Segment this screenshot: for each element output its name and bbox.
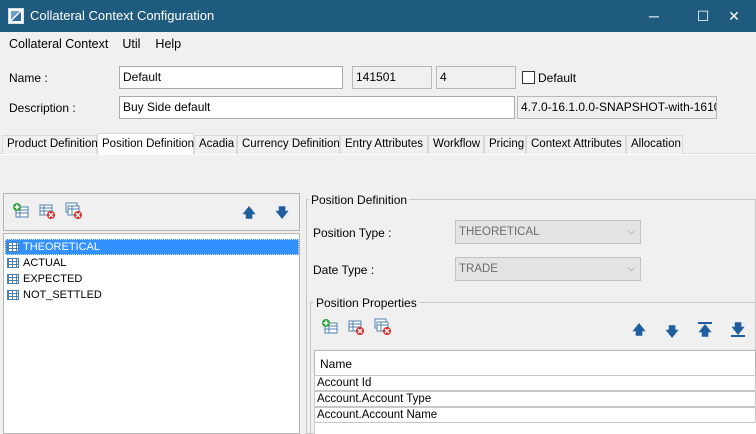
name-label: Name : [9,71,48,85]
position-type-label: Position Type : [313,226,392,240]
properties-table-body [314,423,756,434]
delete-all-properties-icon[interactable] [374,318,392,336]
minimize-button[interactable]: ─ [632,0,676,32]
menu-collateral-context[interactable]: Collateral Context [0,32,113,56]
delete-row-icon[interactable] [38,202,56,220]
move-top-icon[interactable]: 🡅 [698,322,712,338]
position-definition-title: Position Definition [309,193,410,207]
tab-allocation[interactable]: Allocation [626,135,683,154]
delete-property-icon[interactable] [347,318,365,336]
tab-strip: Product Definition Position Definition A… [0,133,756,155]
context-id-field: 141501 [352,66,432,89]
position-properties-title: Position Properties [314,296,419,310]
move-down-icon[interactable]: 🡇 [275,205,289,221]
tab-workflow[interactable]: Workflow [428,135,484,154]
list-item[interactable]: ACTUAL [5,255,299,271]
build-version-field: 4.7.0-16.1.0.0-SNAPSHOT-with-1610 [517,96,717,119]
position-list: THEORETICAL ACTUAL EXPECTED NOT_SETTLED [3,233,300,434]
tab-pricing[interactable]: Pricing [484,135,526,154]
move-down-icon[interactable]: 🡇 [665,324,679,340]
chevron-down-icon: ⌵ [627,226,635,237]
tab-context-attributes[interactable]: Context Attributes [526,135,626,154]
description-field[interactable]: Buy Side default [119,96,515,119]
table-icon [7,258,19,268]
table-icon [7,290,19,300]
name-field[interactable]: Default [119,66,343,89]
window-title: Collateral Context Configuration [30,8,215,23]
table-icon [7,274,19,284]
date-type-label: Date Type : [313,263,375,277]
tab-currency-definition[interactable]: Currency Definition [237,135,340,154]
add-property-icon[interactable] [321,318,339,336]
table-row[interactable]: Account.Account Type [314,391,756,407]
date-type-select[interactable]: TRADE ⌵ [455,257,641,281]
chevron-down-icon: ⌵ [627,263,635,274]
move-up-icon[interactable]: 🡅 [242,205,256,221]
tab-acadia[interactable]: Acadia [194,135,237,154]
add-row-icon[interactable] [12,202,30,220]
table-icon [7,242,19,252]
table-row[interactable]: Account.Account Name [314,407,756,423]
menu-bar: Collateral Context Util Help [0,32,756,56]
list-item[interactable]: EXPECTED [5,271,299,287]
tab-entry-attributes[interactable]: Entry Attributes [340,135,428,154]
move-up-icon[interactable]: 🡅 [632,322,646,338]
list-item[interactable]: NOT_SETTLED [5,287,299,303]
description-label: Description : [9,101,76,115]
list-item[interactable]: THEORETICAL [5,239,299,255]
table-row[interactable]: Account Id [314,375,756,391]
menu-util[interactable]: Util [113,32,145,56]
default-checkbox[interactable] [522,71,535,84]
app-icon [8,8,24,24]
menu-help[interactable]: Help [145,32,186,56]
properties-table-header[interactable]: Name [314,350,756,376]
title-bar: Collateral Context Configuration ─ ☐ ✕ [0,0,756,32]
tab-product-definition[interactable]: Product Definition [2,135,98,154]
close-button[interactable]: ✕ [712,0,756,32]
delete-all-rows-icon[interactable] [65,202,83,220]
position-type-select[interactable]: THEORETICAL ⌵ [455,220,641,244]
version-field: 4 [436,66,516,89]
move-bottom-icon[interactable]: 🡇 [731,322,745,337]
tab-position-definition[interactable]: Position Definition [97,133,194,155]
position-list-toolbar: 🡅 🡇 [3,193,300,231]
default-checkbox-label: Default [538,71,577,85]
